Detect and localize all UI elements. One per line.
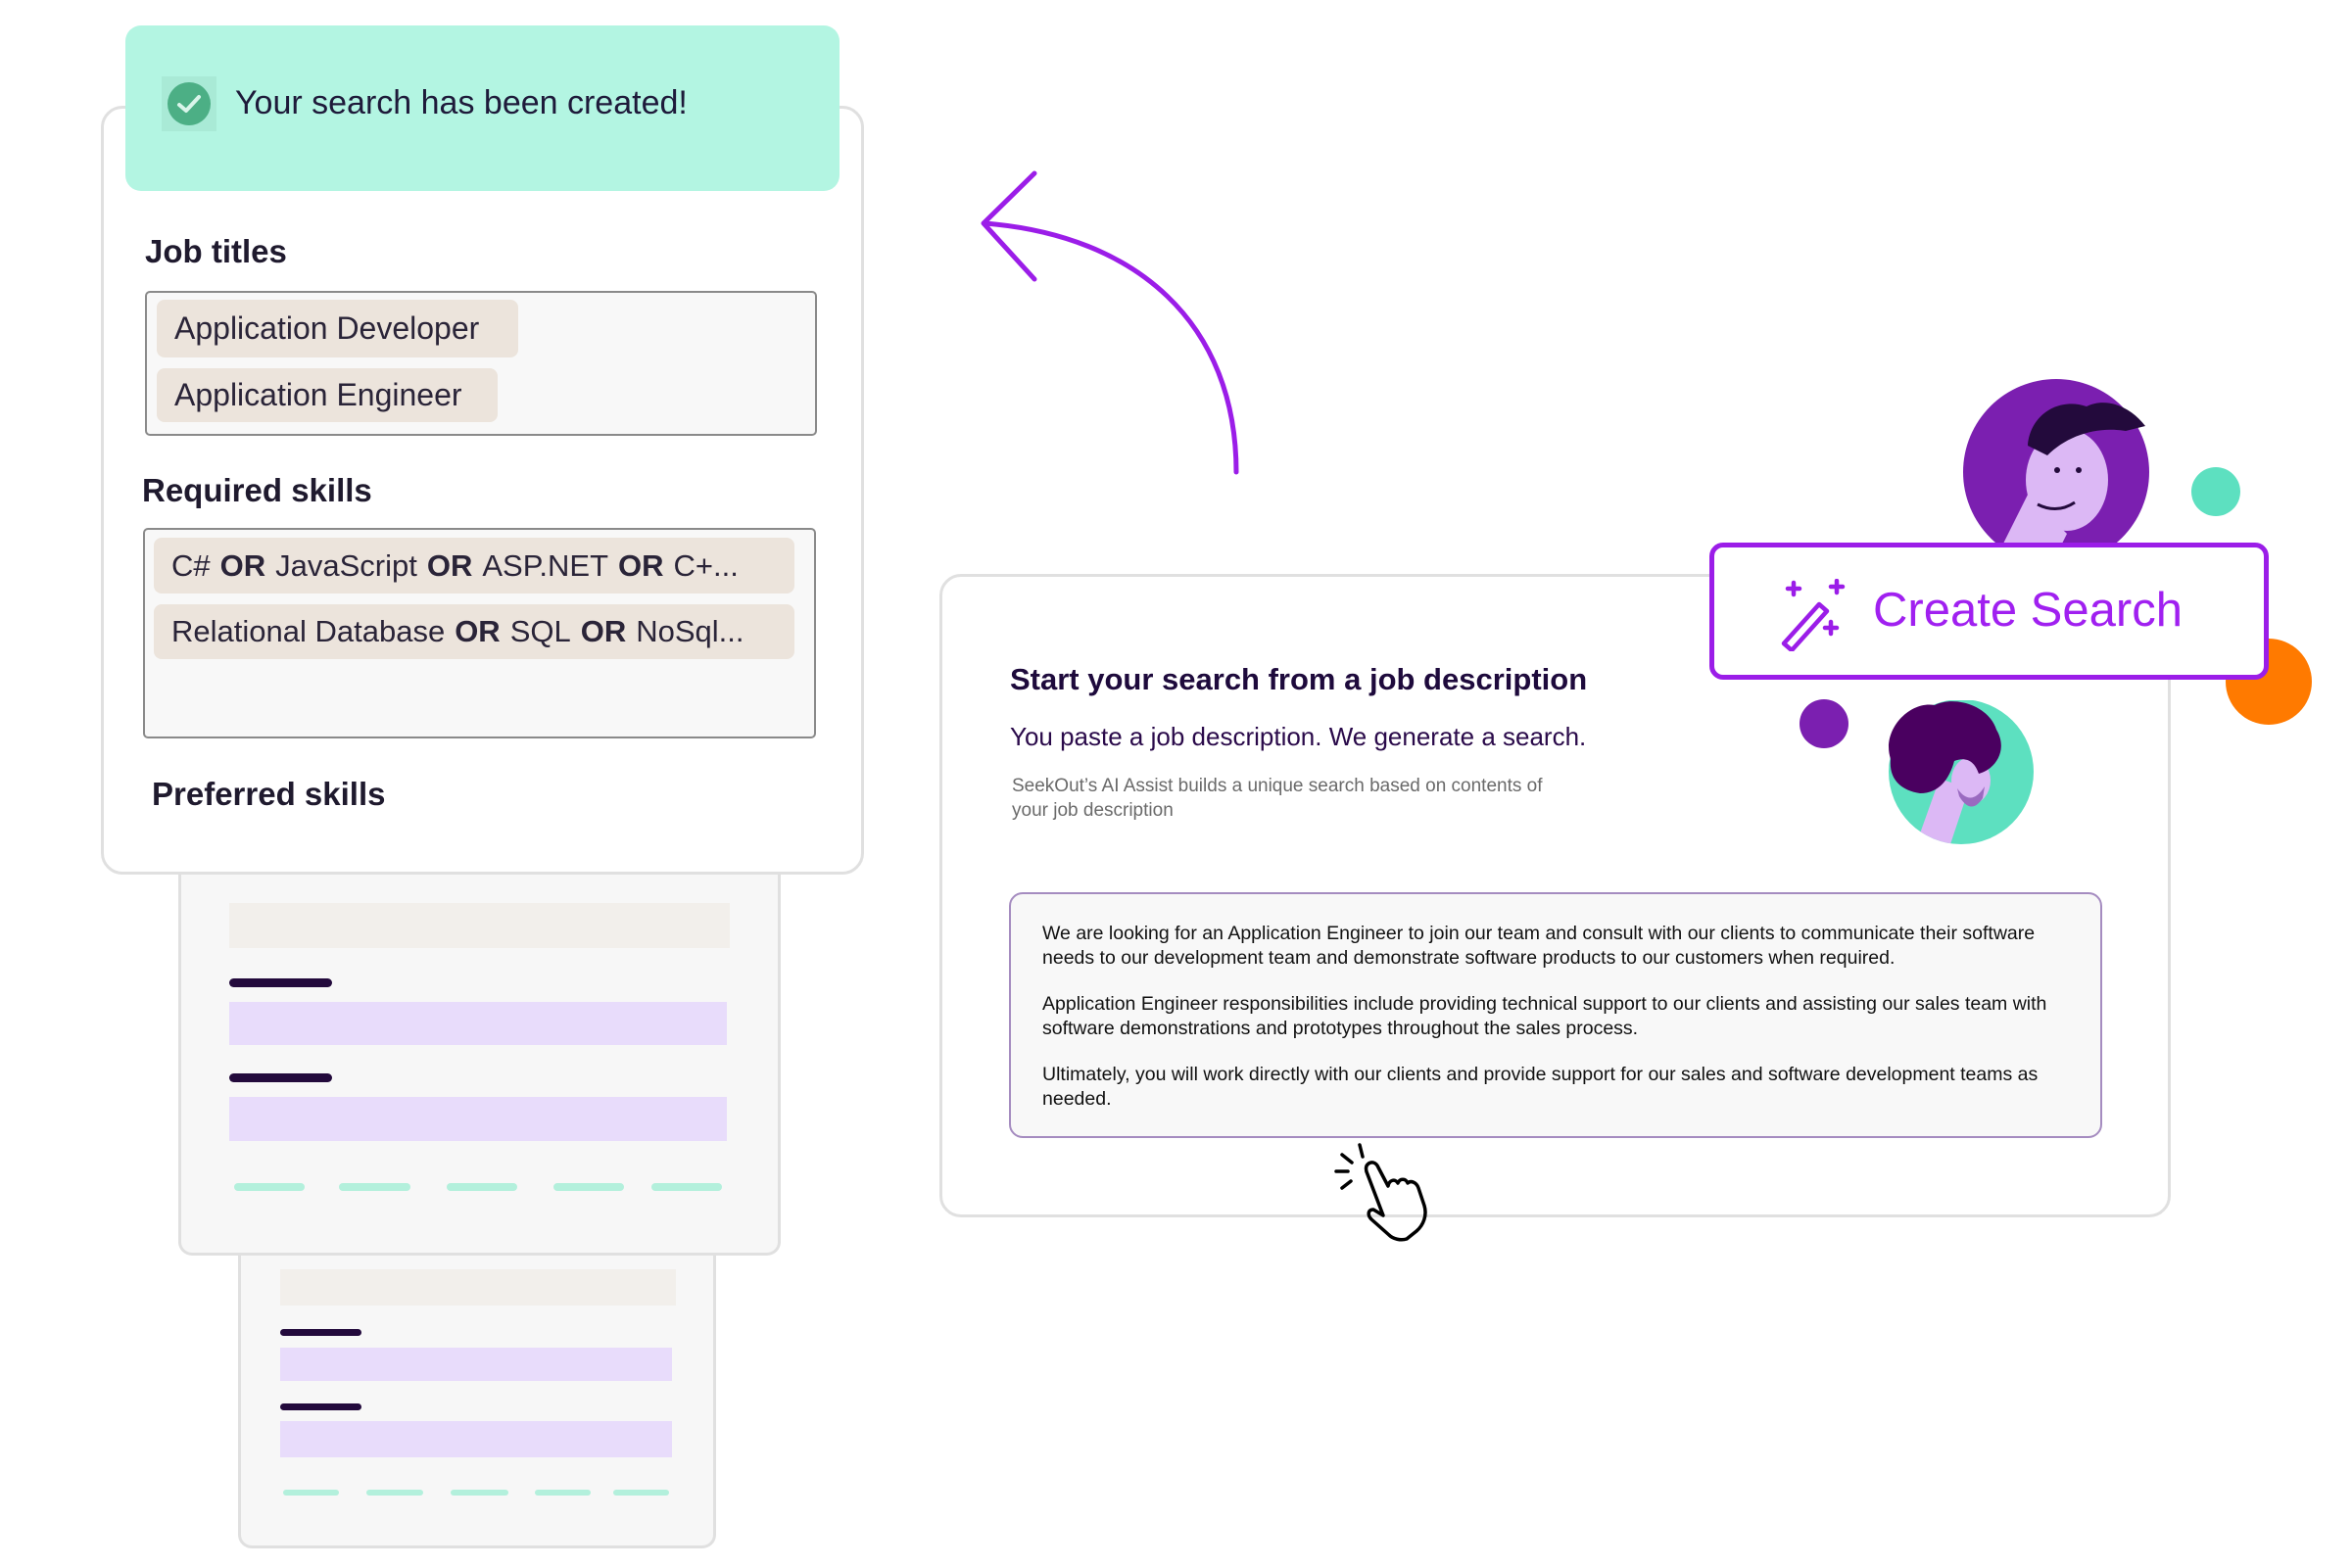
skill-chip[interactable]: C# OR JavaScript OR ASP.NET OR C+... bbox=[154, 538, 794, 594]
placeholder-field bbox=[280, 1348, 672, 1381]
dash bbox=[535, 1490, 591, 1496]
curved-arrow-icon bbox=[981, 170, 1239, 475]
check-circle-icon bbox=[162, 76, 216, 131]
chip-label: Application Developer bbox=[174, 310, 480, 346]
operator: OR bbox=[455, 614, 501, 648]
toast-message: Your search has been created! bbox=[235, 84, 688, 121]
chip-label: Application Engineer bbox=[174, 377, 462, 412]
dash bbox=[234, 1183, 305, 1191]
helper-text: SeekOut’s AI Assist builds a unique sear… bbox=[1012, 774, 1543, 823]
magic-wand-icon bbox=[1781, 579, 1846, 651]
teal-dot bbox=[2191, 467, 2240, 516]
operator: OR bbox=[426, 547, 473, 583]
placeholder-field bbox=[229, 1002, 727, 1045]
preferred-skills-label: Preferred skills bbox=[152, 776, 386, 812]
card-title: Start your search from a job description bbox=[1010, 662, 1588, 696]
helper-text-line: your job description bbox=[1012, 800, 1174, 821]
skill-term: C# bbox=[171, 547, 211, 583]
job-title-chip[interactable]: Application Engineer bbox=[157, 368, 498, 422]
dash bbox=[651, 1183, 722, 1191]
operator: OR bbox=[618, 547, 664, 583]
placeholder-field bbox=[280, 1421, 672, 1457]
create-search-label: Create Search bbox=[1873, 584, 2183, 637]
description-paragraph: We are looking for an Application Engine… bbox=[1042, 923, 2036, 969]
skill-term: ASP.NET bbox=[482, 547, 609, 583]
avatar-illustration bbox=[1889, 700, 2034, 844]
job-description-textarea[interactable]: We are looking for an Application Engine… bbox=[1009, 892, 2102, 1138]
dash bbox=[447, 1183, 517, 1191]
description-paragraph: Application Engineer responsibilities in… bbox=[1042, 993, 2047, 1039]
placeholder-field bbox=[229, 1097, 727, 1141]
dash bbox=[613, 1490, 669, 1496]
hand-pointer-icon bbox=[1334, 1143, 1427, 1242]
skill-term: SQL bbox=[509, 614, 571, 648]
description-paragraph: Ultimately, you will work directly with … bbox=[1042, 1064, 2039, 1110]
operator: OR bbox=[219, 547, 266, 583]
purple-dot bbox=[1800, 699, 1848, 748]
helper-text-line: SeekOut’s AI Assist builds a unique sear… bbox=[1012, 776, 1543, 796]
dash bbox=[553, 1183, 624, 1191]
card-subtitle: You paste a job description. We generate… bbox=[1010, 722, 1587, 751]
skill-term: NoSql... bbox=[636, 614, 744, 648]
create-search-button[interactable]: Create Search bbox=[1709, 543, 2269, 680]
job-title-chip[interactable]: Application Developer bbox=[157, 300, 518, 357]
placeholder-bar bbox=[229, 903, 730, 948]
skill-term: Relational Database bbox=[171, 614, 446, 648]
dash bbox=[283, 1490, 339, 1496]
dash bbox=[366, 1490, 423, 1496]
placeholder-line bbox=[229, 978, 332, 987]
placeholder-bar bbox=[280, 1269, 676, 1306]
skill-term: JavaScript bbox=[275, 547, 417, 583]
skill-chip[interactable]: Relational Database OR SQL OR NoSql... bbox=[154, 604, 794, 659]
dash bbox=[339, 1183, 410, 1191]
job-titles-label: Job titles bbox=[145, 233, 287, 269]
dash bbox=[451, 1490, 508, 1496]
required-skills-label: Required skills bbox=[142, 472, 372, 508]
success-toast: Your search has been created! bbox=[125, 25, 840, 191]
skill-term: C+... bbox=[673, 547, 739, 583]
placeholder-line bbox=[229, 1073, 332, 1082]
placeholder-line bbox=[280, 1329, 361, 1336]
operator: OR bbox=[580, 614, 627, 648]
placeholder-line bbox=[280, 1403, 361, 1410]
